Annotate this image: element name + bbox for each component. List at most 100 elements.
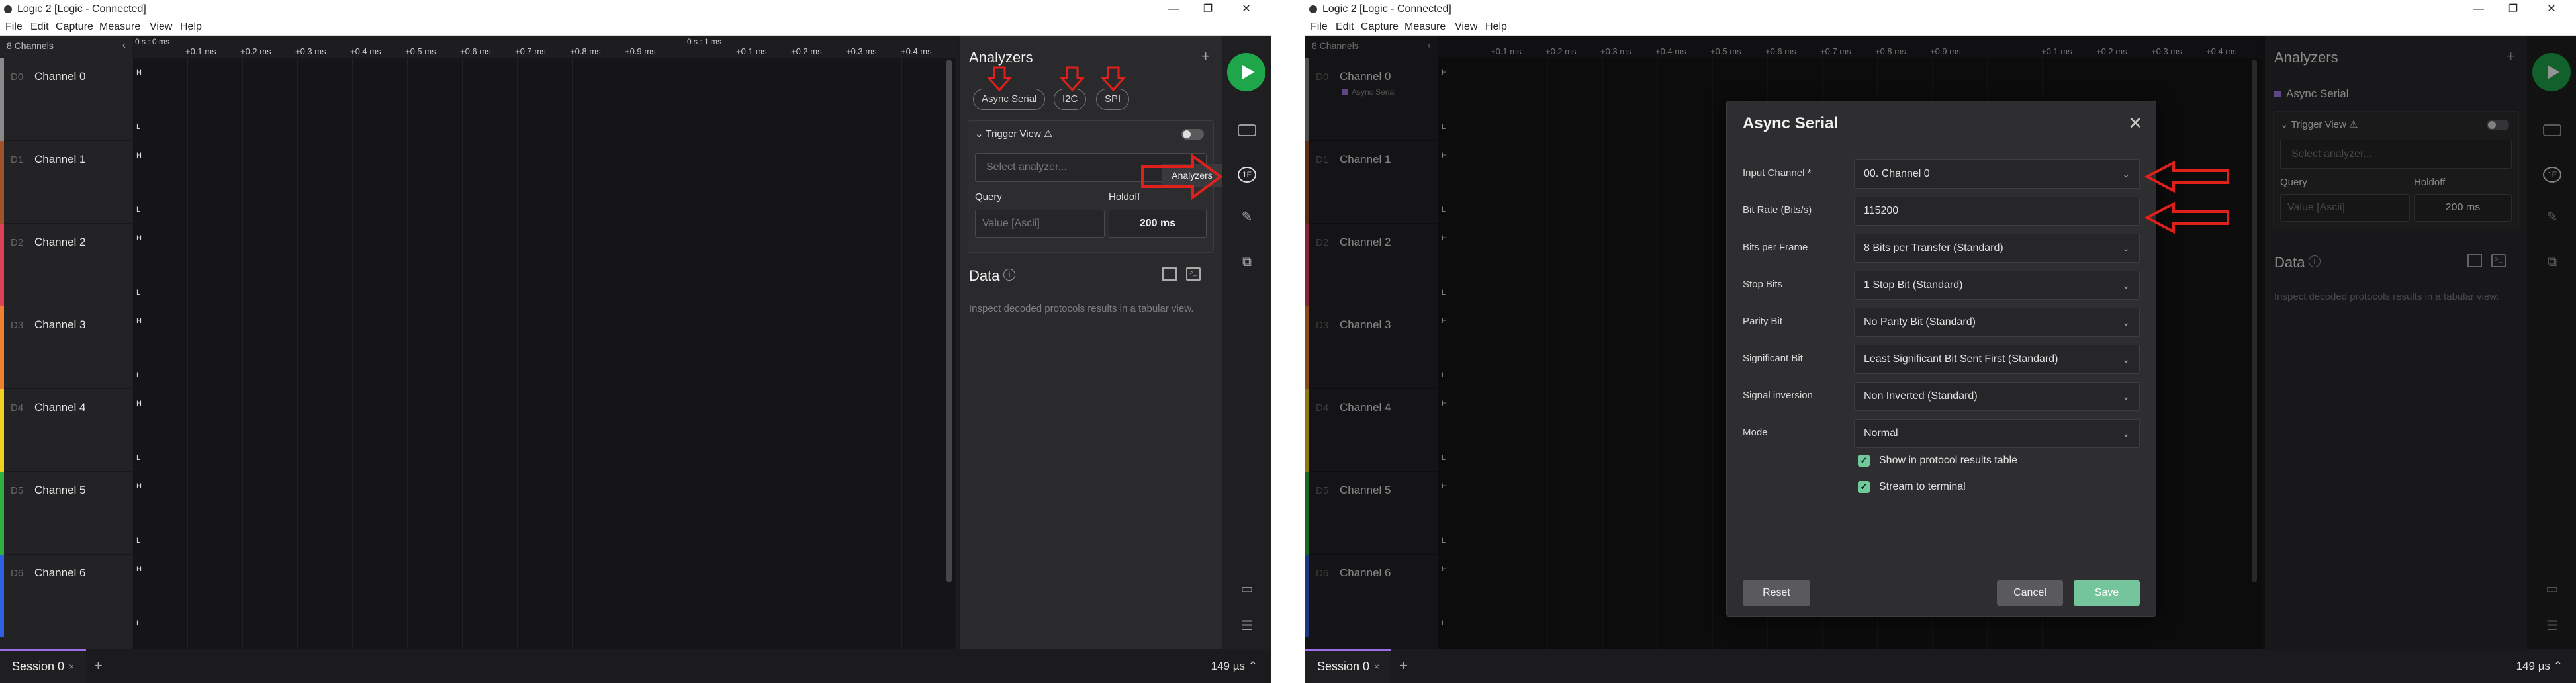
terminal-view-icon[interactable]: >_ — [1186, 267, 1201, 281]
close-session-icon[interactable]: × — [69, 651, 74, 682]
high-marker: H — [136, 482, 142, 490]
signal-inversion-select[interactable]: Non Inverted (Standard) ⌄ — [1854, 382, 2140, 411]
channel-row[interactable]: D3 Channel 3 — [0, 306, 132, 389]
add-session-button[interactable]: + — [94, 649, 103, 682]
trigger-view-header[interactable]: ⌄ Trigger View ⚠ — [975, 128, 1052, 140]
channel-row[interactable]: D4 Channel 4 — [0, 389, 132, 472]
channel-number: D6 — [11, 568, 24, 579]
channel-number: D0 — [11, 71, 24, 83]
query-input[interactable]: Value [Ascii] — [975, 210, 1105, 238]
menu-help[interactable]: Help — [180, 19, 202, 36]
channel-number: D1 — [11, 154, 24, 165]
menu-hamburger-icon[interactable]: ☰ — [1238, 618, 1256, 634]
channel-row[interactable]: D2 Channel 2 — [0, 224, 132, 306]
time-ruler[interactable]: 0 s : 0 ms 0 s : 1 ms +0.1 ms +0.2 ms +0… — [132, 36, 957, 58]
checkbox-label: Show in protocol results table — [1879, 455, 2017, 467]
channel-name: Channel 2 — [34, 236, 86, 248]
channel-row[interactable]: D1 Channel 1 — [0, 141, 132, 224]
minimize-button[interactable]: — — [2463, 0, 2494, 19]
menu-capture[interactable]: Capture — [1361, 19, 1399, 36]
minimize-button[interactable]: — — [1158, 0, 1189, 19]
waveform-scrollbar[interactable] — [946, 60, 952, 582]
channel-color-stripe — [0, 224, 4, 306]
show-in-results-checkbox[interactable]: ✓ Show in protocol results table — [1858, 455, 2017, 467]
analyzers-sidebar-icon[interactable]: 1F — [1238, 167, 1256, 183]
waveform-area[interactable] — [132, 36, 957, 649]
tick-label: +0.3 ms — [295, 46, 326, 56]
parity-bit-select[interactable]: No Parity Bit (Standard) ⌄ — [1854, 308, 2140, 337]
trigger-view-label: Trigger View — [986, 128, 1041, 140]
high-marker: H — [136, 152, 142, 159]
tick-label: +0.4 ms — [901, 46, 932, 56]
annotation-arrow-right-icon — [1141, 154, 1223, 200]
channel-row[interactable]: D6 Channel 6 — [0, 555, 132, 637]
channel-name: Channel 6 — [34, 567, 86, 579]
menu-file[interactable]: File — [5, 19, 23, 36]
play-icon — [1242, 65, 1254, 79]
tick-label: +0.2 ms — [240, 46, 271, 56]
menu-view[interactable]: View — [150, 19, 172, 36]
input-channel-select[interactable]: 00. Channel 0 ⌄ — [1854, 159, 2140, 189]
feedback-chat-icon[interactable]: ▭ — [1238, 581, 1256, 597]
menu-measure[interactable]: Measure — [1404, 19, 1446, 36]
measure-ruler-icon[interactable]: ✎ — [1238, 209, 1256, 225]
collapse-chevron-icon[interactable]: ‹ — [122, 36, 126, 56]
annotation-arrow-left-icon — [2144, 201, 2229, 234]
close-session-icon[interactable]: × — [1374, 651, 1379, 682]
trigger-view-toggle[interactable] — [1181, 129, 1204, 140]
time-scale-readout[interactable]: 149 µs ⌃ — [2516, 649, 2563, 683]
channel-name: Channel 0 — [34, 70, 86, 83]
close-window-button[interactable]: ✕ — [1231, 0, 1262, 19]
channel-row[interactable]: D5 Channel 5 — [0, 472, 132, 555]
low-marker: L — [136, 289, 141, 296]
channel-row[interactable]: D0 Channel 0 — [0, 58, 132, 141]
menu-edit[interactable]: Edit — [30, 19, 49, 36]
maximize-button[interactable]: ❐ — [1193, 0, 1223, 19]
maximize-button[interactable]: ❐ — [2498, 0, 2528, 19]
add-analyzer-button[interactable]: + — [1201, 48, 1210, 65]
info-icon[interactable]: i — [1003, 269, 1015, 281]
field-label: Bits per Frame — [1743, 242, 1808, 253]
time-mid-label: 0 s : 1 ms — [687, 37, 722, 46]
close-window-button[interactable]: ✕ — [2536, 0, 2567, 19]
time-scale-readout[interactable]: 149 µs ⌃ — [1211, 649, 1258, 683]
title-bar: Logic 2 [Logic - Connected] — ❐ ✕ — [1305, 0, 2576, 19]
menu-help[interactable]: Help — [1485, 19, 1507, 36]
start-capture-button[interactable] — [1227, 53, 1265, 91]
channel-name: Channel 5 — [34, 484, 86, 496]
stream-to-terminal-checkbox[interactable]: ✓ Stream to terminal — [1858, 481, 1966, 493]
significant-bit-select[interactable]: Least Significant Bit Sent First (Standa… — [1854, 345, 2140, 374]
device-icon[interactable] — [1238, 124, 1256, 136]
field-value: 115200 — [1864, 205, 1899, 216]
session-tab[interactable]: Session 0 × — [1305, 649, 1391, 683]
add-session-button[interactable]: + — [1399, 649, 1408, 682]
chevron-down-icon: ⌄ — [2122, 317, 2130, 328]
dialog-close-icon[interactable]: ✕ — [2128, 113, 2142, 134]
table-view-icon[interactable] — [1162, 267, 1177, 281]
menu-edit[interactable]: Edit — [1336, 19, 1354, 36]
chevron-down-icon: ⌄ — [2122, 243, 2130, 253]
bits-per-frame-select[interactable]: 8 Bits per Transfer (Standard) ⌄ — [1854, 234, 2140, 263]
session-tab[interactable]: Session 0 × — [0, 649, 86, 683]
menu-capture[interactable]: Capture — [56, 19, 93, 36]
menu-view[interactable]: View — [1455, 19, 1477, 36]
holdoff-label: Holdoff — [1109, 191, 1140, 203]
cancel-button[interactable]: Cancel — [1997, 580, 2063, 606]
stop-bits-select[interactable]: 1 Stop Bit (Standard) ⌄ — [1854, 271, 2140, 300]
field-label: Input Channel * — [1743, 167, 1812, 179]
menu-file[interactable]: File — [1311, 19, 1328, 36]
tick-label: +0.4 ms — [350, 46, 381, 56]
reset-button[interactable]: Reset — [1743, 580, 1810, 606]
tick-label: +0.9 ms — [625, 46, 656, 56]
extensions-icon[interactable]: ⧉ — [1238, 254, 1256, 270]
field-value: Least Significant Bit Sent First (Standa… — [1864, 353, 2058, 365]
bit-rate-input[interactable]: 115200 — [1854, 197, 2140, 226]
menu-measure[interactable]: Measure — [99, 19, 140, 36]
field-label: Mode — [1743, 427, 1768, 438]
app-logo-icon — [1309, 5, 1317, 13]
save-button[interactable]: Save — [2074, 580, 2140, 606]
mode-select[interactable]: Normal ⌄ — [1854, 419, 2140, 448]
channel-number: D4 — [11, 402, 24, 414]
holdoff-input[interactable]: 200 ms — [1109, 210, 1207, 238]
channel-number: D5 — [11, 485, 24, 496]
